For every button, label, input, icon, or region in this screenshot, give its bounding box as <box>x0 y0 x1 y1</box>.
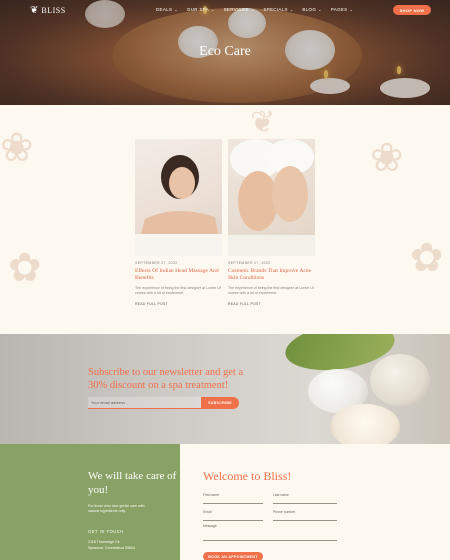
shop-now-button[interactable]: SHOP NOW <box>393 5 431 15</box>
newsletter-title: Subscribe to our newsletter and get a 30… <box>88 367 244 391</box>
cream-jar-image <box>330 404 400 444</box>
nav-item-pages[interactable]: PAGES ⌄ <box>331 7 353 12</box>
nav-item-our-spa[interactable]: OUR SPA ⌄ <box>187 7 215 12</box>
logo-text: BLISS <box>41 6 66 15</box>
read-more-link[interactable]: READ FULL POST <box>228 302 315 306</box>
chevron-down-icon: ⌄ <box>318 7 322 12</box>
main-nav: DEALS ⌄ OUR SPA ⌄ SERVICES ⌄ SPECIALS ⌄ BLOG… <box>156 7 353 12</box>
care-text: For those who love gentle care with natu… <box>88 504 145 514</box>
floral-decoration: ❀ <box>0 126 34 170</box>
nav-item-deals[interactable]: DEALS ⌄ <box>156 7 178 12</box>
blog-post-card[interactable]: SEPTEMBER 27, 2022 Effects Of Indian Hea… <box>135 139 222 306</box>
hero-banner: ❦ BLISS DEALS ⌄ OUR SPA ⌄ SERVICES ⌄ SPECIA… <box>0 0 450 105</box>
email-field[interactable]: Email <box>203 510 263 521</box>
chevron-down-icon: ⌄ <box>174 7 178 12</box>
massage-photo <box>135 155 222 256</box>
facial-photo <box>228 139 315 256</box>
post-title[interactable]: Cosmetic Brands That Improve Acne Skin C… <box>228 268 315 282</box>
chevron-down-icon: ⌄ <box>289 7 294 12</box>
read-more-link[interactable]: READ FULL POST <box>135 302 222 306</box>
message-field[interactable]: Message <box>203 524 337 541</box>
herbal-pouch-image <box>370 354 430 406</box>
site-logo[interactable]: ❦ BLISS <box>30 5 66 16</box>
post-date: SEPTEMBER 27, 2022 <box>135 261 178 265</box>
floral-decoration: ✿ <box>8 246 42 290</box>
subscribe-button[interactable]: SUBSCRIBE <box>201 397 239 409</box>
post-excerpt: The experience of being the first design… <box>135 285 221 296</box>
welcome-title: Welcome to Bliss! <box>203 469 292 483</box>
blog-post-card[interactable]: SEPTEMBER 27, 2022 Cosmetic Brands That … <box>228 139 315 306</box>
post-title[interactable]: Effects Of Indian Head Massage And Benef… <box>135 268 222 282</box>
chevron-down-icon: ⌄ <box>210 7 215 12</box>
page-title: Eco Care <box>199 44 251 59</box>
floral-decoration: ❦ <box>250 106 276 139</box>
care-title: We will take care of you! <box>88 470 177 497</box>
last-name-field[interactable]: Last name <box>273 493 337 504</box>
newsletter-form: SUBSCRIBE <box>88 397 239 409</box>
newsletter-section: Subscribe to our newsletter and get a 30… <box>0 334 450 444</box>
post-image[interactable] <box>228 139 315 256</box>
post-date: SEPTEMBER 27, 2022 <box>228 261 271 265</box>
get-in-touch-heading: GET IN TOUCH <box>88 529 124 534</box>
book-appointment-button[interactable]: BOOK AN APPOINTMENT <box>203 552 263 560</box>
chevron-down-icon: ⌄ <box>349 7 354 12</box>
post-excerpt: The experience of being the first design… <box>228 285 314 296</box>
lotus-icon: ❦ <box>30 5 39 16</box>
nav-item-specials[interactable]: SPECIALS ⌄ <box>263 7 293 12</box>
nav-item-services[interactable]: SERVICES ⌄ <box>224 7 255 12</box>
post-image[interactable] <box>135 139 222 256</box>
care-panel: We will take care of you! For those who … <box>0 444 180 560</box>
address: 2118 Thornridge Cir. Syracuse, Connectic… <box>88 540 135 550</box>
floral-decoration: ✿ <box>410 236 444 280</box>
floral-decoration: ❀ <box>370 136 404 180</box>
phone-field[interactable]: Phone number <box>273 510 337 521</box>
nav-item-blog[interactable]: BLOG ⌄ <box>302 7 321 12</box>
chevron-down-icon: ⌄ <box>250 7 255 12</box>
blog-section: ❀ ✿ ❀ ✿ ❦ <box>0 105 450 334</box>
first-name-field[interactable]: First name <box>203 493 263 504</box>
email-input[interactable] <box>88 397 201 409</box>
